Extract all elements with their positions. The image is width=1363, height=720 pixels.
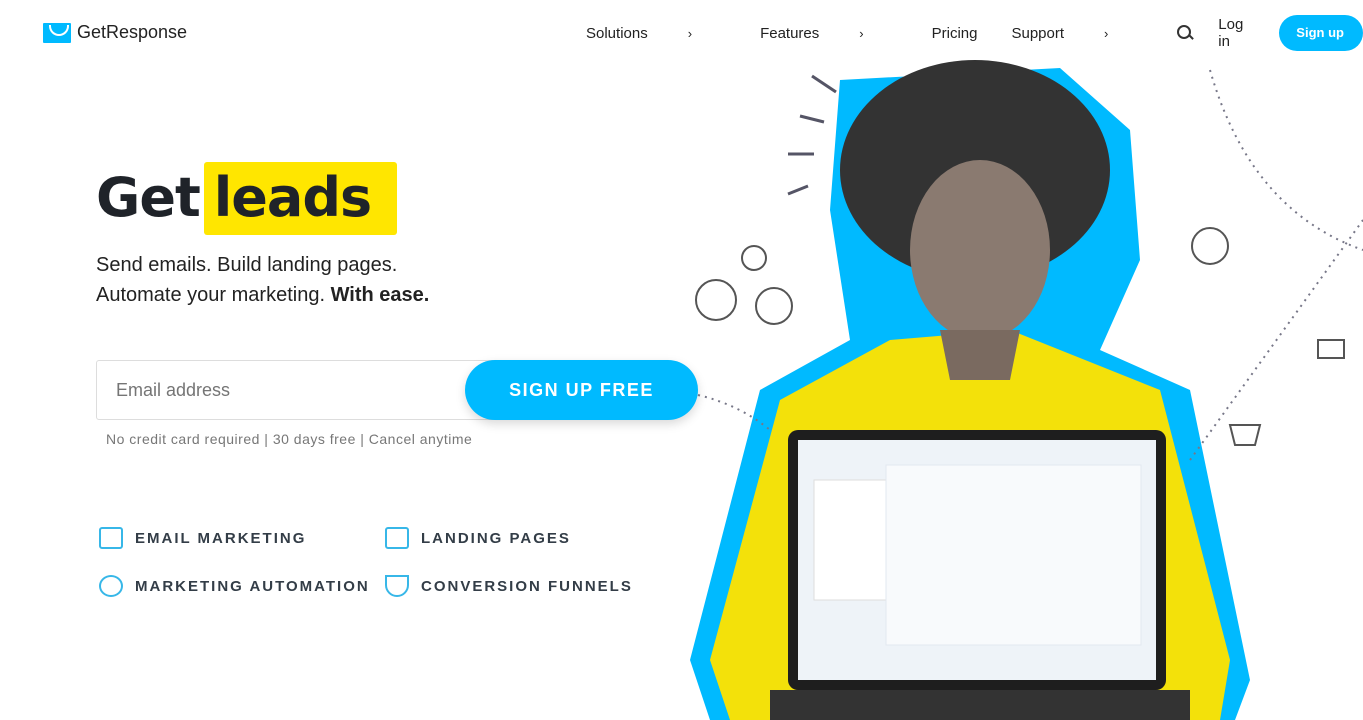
email-input[interactable] — [96, 360, 516, 420]
logo-icon — [43, 22, 71, 43]
chevron-right-icon: › — [859, 25, 864, 41]
workflow-panel — [885, 464, 1142, 646]
login-link[interactable]: Log in — [1218, 16, 1245, 50]
feature-marketing-automation[interactable]: MARKETING AUTOMATION — [99, 575, 370, 597]
user-icons — [695, 245, 793, 325]
line2-bold: With ease. — [330, 284, 430, 306]
feature-email-marketing[interactable]: EMAIL MARKETING — [99, 527, 306, 549]
feature-landing-pages[interactable]: LANDING PAGES — [385, 527, 571, 549]
feature-label: EMAIL MARKETING — [135, 529, 307, 547]
feature-label: LANDING PAGES — [421, 529, 571, 547]
nav-features[interactable]: Features › — [760, 25, 898, 42]
logo-text: GetResponse — [77, 22, 188, 42]
title-highlight: leads — [203, 162, 398, 235]
search-icon[interactable] — [1176, 24, 1192, 42]
subtitle-line-2: Automate your marketing. With ease. — [96, 280, 429, 310]
hero-illustration — [690, 60, 1363, 720]
logo[interactable]: GetResponse — [43, 22, 187, 43]
nav-support[interactable]: Support › — [1011, 25, 1142, 42]
laptop-keyboard — [770, 690, 1190, 720]
dotted-path — [1209, 69, 1363, 251]
signup-button[interactable]: Sign up free — [1279, 15, 1363, 76]
nav-pricing[interactable]: Pricing — [932, 25, 978, 42]
nav-label: Solutions — [586, 24, 648, 42]
gear-play-icon — [99, 575, 123, 597]
title-plain: Get — [96, 166, 201, 229]
nav-label: Support — [1011, 24, 1065, 42]
line2-plain: Automate your marketing. — [96, 284, 325, 306]
envelope-icon — [1317, 339, 1345, 359]
feature-label: CONVERSION FUNNELS — [421, 577, 633, 595]
basket-icon — [1228, 424, 1262, 446]
face — [910, 160, 1050, 340]
signup-note: No credit card required | 30 days free |… — [106, 431, 473, 447]
funnel-icon — [385, 575, 409, 597]
chevron-right-icon: › — [687, 25, 693, 41]
neck — [940, 330, 1020, 380]
hero-subtitle: Send emails. Build landing pages. Automa… — [96, 250, 429, 310]
envelope-icon — [99, 527, 123, 549]
top-nav: Solutions › Features › Pricing Support › Lo… — [586, 15, 1363, 76]
decor-lines — [787, 74, 837, 196]
nav-solutions[interactable]: Solutions › — [586, 25, 726, 42]
hero-title: Get leads — [96, 162, 398, 235]
feature-conversion-funnels[interactable]: CONVERSION FUNNELS — [385, 575, 633, 597]
chevron-right-icon: › — [1104, 25, 1109, 41]
layout-icon — [385, 527, 409, 549]
nav-label: Features — [760, 24, 820, 42]
signup-free-button[interactable]: SIGN UP FREE — [465, 360, 698, 420]
feature-label: MARKETING AUTOMATION — [135, 577, 370, 595]
subtitle-line-1: Send emails. Build landing pages. — [96, 254, 398, 276]
gear-icon — [1191, 227, 1229, 265]
